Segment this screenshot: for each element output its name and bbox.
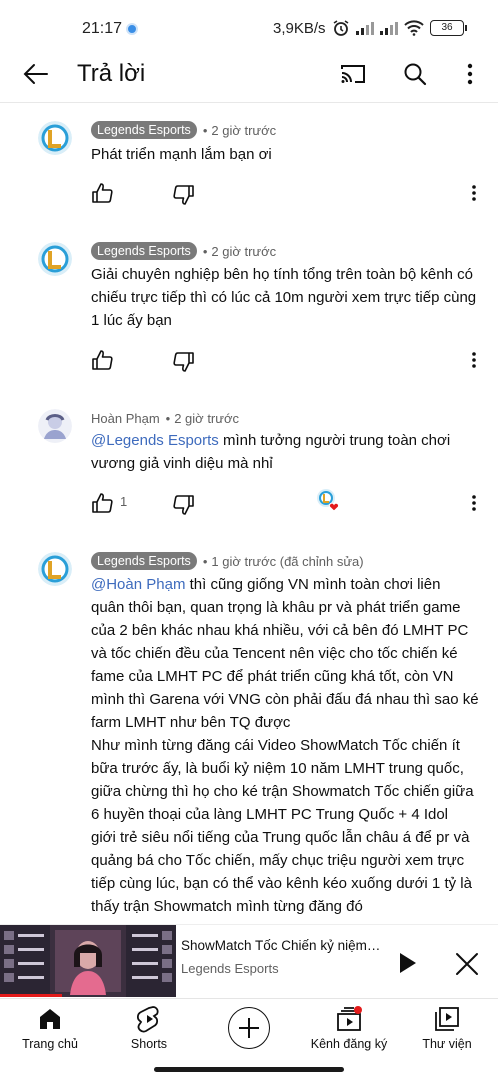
more-vertical-icon (467, 63, 473, 85)
back-button[interactable] (18, 56, 54, 92)
user-avatar-icon (38, 409, 72, 443)
comment-more-button[interactable] (464, 491, 484, 515)
comment-time: 2 giờ trước (174, 410, 239, 426)
library-icon (435, 1007, 459, 1031)
nav-subscriptions-label: Kênh đăng ký (310, 1037, 388, 1051)
bottom-navigation: Trang chủ Shorts Kênh đăng ký Thư viện (0, 998, 498, 1060)
more-vertical-icon (472, 352, 476, 368)
signal-icon (356, 21, 374, 35)
home-indicator (154, 1067, 344, 1072)
search-icon (404, 63, 427, 86)
comment-time: 1 giờ trước (đã chỉnh sửa) (211, 553, 364, 569)
more-menu-button[interactable] (452, 56, 488, 92)
notification-icon (126, 23, 138, 35)
mini-player-progress (0, 994, 62, 997)
more-vertical-icon (472, 495, 476, 511)
creator-heart-icon (317, 489, 340, 512)
status-bar: 21:17 3,9KB/s 36 (0, 0, 498, 52)
network-speed: 3,9KB/s (273, 20, 326, 37)
dislike-icon[interactable] (172, 350, 196, 374)
status-time: 21:17 (82, 20, 123, 37)
back-arrow-icon (23, 64, 48, 84)
dislike-icon[interactable] (172, 493, 196, 517)
nav-home[interactable]: Trang chủ (5, 1005, 95, 1051)
avatar[interactable] (38, 121, 72, 155)
mini-player-thumbnail[interactable] (0, 925, 176, 997)
comment-more-button[interactable] (464, 181, 484, 205)
nav-library-label: Thư viện (422, 1037, 472, 1051)
comment-text: Giải chuyên nghiệp bên họ tính tổng trên… (91, 266, 477, 329)
cast-icon (341, 65, 365, 83)
mini-player[interactable]: ShowMatch Tốc Chiến kỷ niệm 1.. Legends … (0, 924, 498, 998)
create-button[interactable] (228, 1007, 270, 1049)
app-header: Trả lời (0, 52, 498, 102)
nav-shorts[interactable]: Shorts (104, 1005, 194, 1051)
header-divider (0, 102, 498, 103)
like-icon[interactable] (90, 348, 114, 372)
comment-text: Phát triển mạnh lắm bạn ơi (91, 146, 272, 163)
home-icon (40, 1009, 60, 1029)
battery-icon: 36 (430, 20, 467, 36)
plus-icon (239, 1018, 259, 1038)
subscriptions-icon (337, 1006, 362, 1031)
nav-home-label: Trang chủ (22, 1037, 78, 1051)
page-title: Trả lời (77, 60, 146, 87)
more-vertical-icon (472, 185, 476, 201)
shorts-icon (137, 1006, 159, 1033)
avatar[interactable] (38, 552, 72, 586)
comment-more-button[interactable] (464, 348, 484, 372)
wifi-icon (404, 20, 424, 36)
nav-subscriptions[interactable]: Kênh đăng ký (304, 1005, 394, 1051)
like-count: 1 (120, 494, 128, 509)
video-thumbnail-image (0, 925, 176, 997)
cast-button[interactable] (335, 56, 371, 92)
mention-link[interactable]: @Hoàn Phạm (91, 576, 185, 593)
avatar[interactable] (38, 409, 72, 443)
comment-author-chip[interactable]: Legends Esports (91, 121, 197, 139)
play-icon[interactable] (393, 949, 421, 977)
comment-time: 2 giờ trước (211, 122, 277, 138)
search-button[interactable] (397, 56, 433, 92)
legends-esports-logo-icon (38, 121, 72, 155)
comment-text: @Hoàn Phạm thì cũng giống VN mình toàn c… (91, 576, 479, 915)
signal-icon-2 (380, 21, 398, 35)
mini-player-title[interactable]: ShowMatch Tốc Chiến kỷ niệm 1.. (181, 938, 381, 953)
avatar[interactable] (38, 242, 72, 276)
mini-player-channel: Legends Esports (181, 961, 279, 976)
nav-shorts-label: Shorts (130, 1037, 168, 1051)
legends-esports-logo-icon (38, 242, 72, 276)
comment-author-chip[interactable]: Legends Esports (91, 552, 197, 570)
comment-time: 2 giờ trước (211, 243, 277, 259)
comment-author-chip[interactable]: Legends Esports (91, 242, 197, 260)
comment-text: @Legends Esports mình tưởng người trung … (91, 432, 451, 472)
like-icon[interactable] (90, 181, 114, 205)
mention-link[interactable]: @Legends Esports (91, 432, 219, 449)
dislike-icon[interactable] (172, 183, 196, 207)
comment-author[interactable]: Hoàn Phạm (91, 411, 160, 426)
nav-library[interactable]: Thư viện (402, 1005, 492, 1051)
alarm-icon (333, 20, 349, 36)
close-icon[interactable] (452, 949, 482, 979)
like-icon[interactable] (90, 491, 114, 515)
legends-esports-logo-icon (38, 552, 72, 586)
